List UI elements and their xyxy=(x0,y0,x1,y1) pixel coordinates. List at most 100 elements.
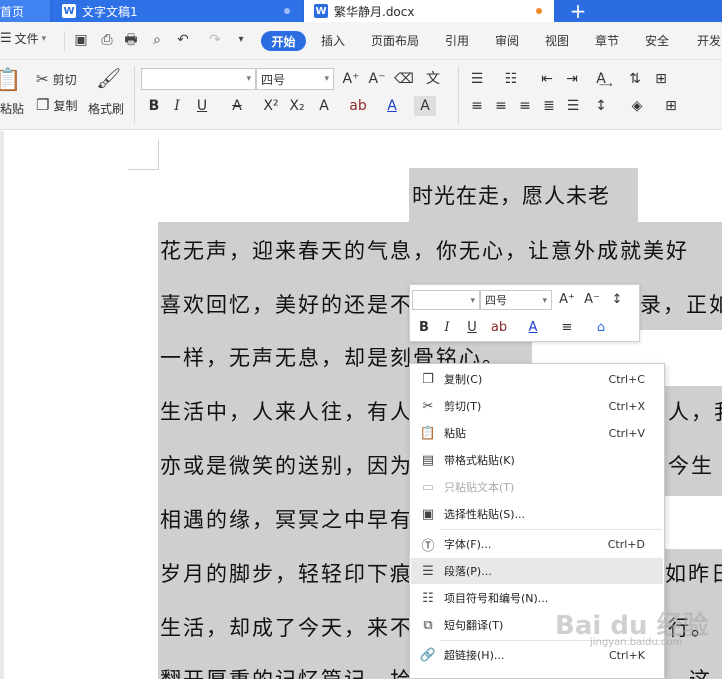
document-line: 人，我 xyxy=(668,400,722,424)
print-icon[interactable]: 🖶 xyxy=(122,31,140,49)
borders-icon[interactable]: ⊞ xyxy=(660,96,682,116)
redo-icon[interactable]: ↷ xyxy=(206,31,224,49)
tab-review[interactable]: 审阅 xyxy=(495,32,519,49)
cut-label: 剪切 xyxy=(52,72,77,87)
bold-icon[interactable]: B xyxy=(143,96,165,116)
menu-item-label: 短句翻译(T) xyxy=(444,619,504,632)
align-left-icon[interactable]: ≡ xyxy=(466,96,488,116)
highlight-color-icon[interactable]: ab xyxy=(347,96,369,116)
decrease-indent-icon[interactable]: ⇤ xyxy=(536,69,558,89)
print-preview-icon[interactable]: ⌕ xyxy=(148,31,166,49)
font-size-select[interactable]: 四号 ▾ xyxy=(256,68,334,90)
tab-home[interactable]: 首页 xyxy=(0,0,50,22)
align-center-icon[interactable]: ≡ xyxy=(490,96,512,116)
show-marks-icon[interactable]: ⊞ xyxy=(650,69,672,89)
shading-icon[interactable]: ◈ xyxy=(626,96,648,116)
save-icon[interactable]: ▣ xyxy=(72,31,90,49)
menu-item-paste-special[interactable]: ▣ 选择性粘贴(S)... xyxy=(411,501,663,527)
menu-item-shortcut: Ctrl+K xyxy=(608,648,645,662)
increase-indent-icon[interactable]: ⇥ xyxy=(561,69,583,89)
italic-icon[interactable]: I xyxy=(166,96,188,116)
undo-icon[interactable]: ↶ xyxy=(174,31,192,49)
line-spacing-icon[interactable]: ↕ xyxy=(606,290,628,310)
document-line: 今生 xyxy=(668,454,714,478)
menu-item-label: 剪切(T) xyxy=(444,400,482,413)
tab-view[interactable]: 视图 xyxy=(545,32,569,49)
divider xyxy=(64,31,65,51)
shrink-font-icon[interactable]: A⁻ xyxy=(366,69,388,89)
font-color-icon[interactable]: A xyxy=(522,318,544,338)
strikethrough-icon[interactable]: A xyxy=(226,96,248,116)
paste-special-icon: ▣ xyxy=(421,506,435,522)
menu-item-copy[interactable]: ❐ 复制(C) Ctrl+C xyxy=(411,366,663,392)
grow-font-icon[interactable]: A⁺ xyxy=(340,69,362,89)
superscript-icon[interactable]: X² xyxy=(260,96,282,116)
bold-icon[interactable]: B xyxy=(413,318,435,338)
file-menu-button[interactable]: ☰ 文件 ▾ xyxy=(0,30,46,47)
writer-doc-icon: W xyxy=(314,4,328,18)
document-line: 花无声，迎来春天的气息，你无心，让意外成就美好 xyxy=(160,239,689,263)
shrink-font-icon[interactable]: A⁻ xyxy=(581,290,603,310)
tab-developer[interactable]: 开发 xyxy=(697,32,721,49)
menu-item-cut[interactable]: ✂ 剪切(T) Ctrl+X xyxy=(411,393,663,419)
char-shading-icon[interactable]: A xyxy=(414,96,436,116)
format-painter-icon: 🖌 xyxy=(96,66,122,90)
tab-document-2-label: 繁华静月.docx xyxy=(334,4,415,19)
format-painter-icon[interactable]: ⌂ xyxy=(590,318,612,338)
new-tab-button[interactable]: + xyxy=(558,0,598,23)
tab-document-2[interactable]: W 繁华静月.docx xyxy=(304,0,554,22)
divider xyxy=(134,66,135,124)
tab-document-1[interactable]: W 文字文稿1 xyxy=(52,0,302,22)
highlight-color-icon[interactable]: ab xyxy=(488,318,510,338)
text-effect-icon[interactable]: A xyxy=(313,96,335,116)
align-right-icon[interactable]: ≡ xyxy=(514,96,536,116)
menu-item-paste-with-format[interactable]: ▤ 带格式粘贴(K) xyxy=(411,447,663,473)
file-menu-label: 文件 xyxy=(14,32,39,46)
tab-insert[interactable]: 插入 xyxy=(321,32,345,49)
paste-label: 粘贴 xyxy=(0,102,25,116)
bullet-list-icon[interactable]: ☰ xyxy=(466,69,488,89)
grow-font-icon[interactable]: A⁺ xyxy=(556,290,578,310)
sort-icon[interactable]: ⇅ xyxy=(624,69,646,89)
justify-icon[interactable]: ≣ xyxy=(538,96,560,116)
paste-button[interactable]: 📋 xyxy=(0,68,21,93)
distribute-icon[interactable]: ☰ xyxy=(562,96,584,116)
menu-item-label: 超链接(H)... xyxy=(444,649,505,662)
cut-button[interactable]: ✂ 剪切 xyxy=(36,70,77,88)
menu-item-paste[interactable]: 📋 粘贴 Ctrl+V xyxy=(411,420,663,446)
numbered-list-icon[interactable]: ☷ xyxy=(500,69,522,89)
phonetic-guide-icon[interactable]: 文 xyxy=(422,69,444,89)
tab-chapter[interactable]: 章节 xyxy=(595,32,619,49)
format-painter-button[interactable]: 🖌 xyxy=(96,66,121,90)
font-color-icon[interactable]: A xyxy=(381,96,403,116)
underline-icon[interactable]: U xyxy=(461,318,483,338)
line-spacing-icon[interactable]: ↕ xyxy=(590,96,612,116)
font-name-select[interactable]: ▾ xyxy=(141,68,256,90)
clear-format-icon[interactable]: ⌫ xyxy=(393,69,415,89)
copy-button[interactable]: ❐ 复制 xyxy=(36,96,77,114)
margin-corner-mark xyxy=(158,140,159,170)
italic-icon[interactable]: I xyxy=(436,318,458,338)
tab-security[interactable]: 安全 xyxy=(645,32,669,49)
paragraph-align-icon[interactable]: ≡ xyxy=(556,318,578,338)
tab-bar: 首页 W 文字文稿1 W 繁华静月.docx + xyxy=(0,0,722,23)
tab-start[interactable]: 开始 xyxy=(261,31,306,51)
translate-icon: ⧉ xyxy=(423,617,433,633)
menu-item-shortcut: Ctrl+X xyxy=(608,399,645,413)
unsaved-dot-icon xyxy=(284,8,290,14)
text-direction-icon[interactable]: A͢ xyxy=(590,69,612,89)
subscript-icon[interactable]: X₂ xyxy=(286,96,308,116)
menu-item-font[interactable]: Ⓣ 字体(F)... Ctrl+D xyxy=(411,531,663,557)
export-pdf-icon[interactable]: ⎙ xyxy=(98,31,116,49)
bullets-icon: ☷ xyxy=(422,590,434,606)
underline-icon[interactable]: U xyxy=(191,96,213,116)
tab-references[interactable]: 引用 xyxy=(445,32,469,49)
tab-page-layout[interactable]: 页面布局 xyxy=(371,32,419,49)
customize-chevron-icon[interactable]: ▾ xyxy=(232,31,250,49)
menu-item-paragraph[interactable]: ☰ 段落(P)... xyxy=(411,558,663,584)
mini-font-size-select[interactable]: 四号 ▾ xyxy=(480,290,552,310)
menu-item-label: 只粘贴文本(T) xyxy=(444,481,515,494)
menu-item-paste-text-only[interactable]: ▭ 只粘贴文本(T) xyxy=(411,474,663,500)
watermark-url: jingyan.baidu.com xyxy=(590,637,683,648)
mini-font-name-select[interactable]: ▾ xyxy=(412,290,480,310)
